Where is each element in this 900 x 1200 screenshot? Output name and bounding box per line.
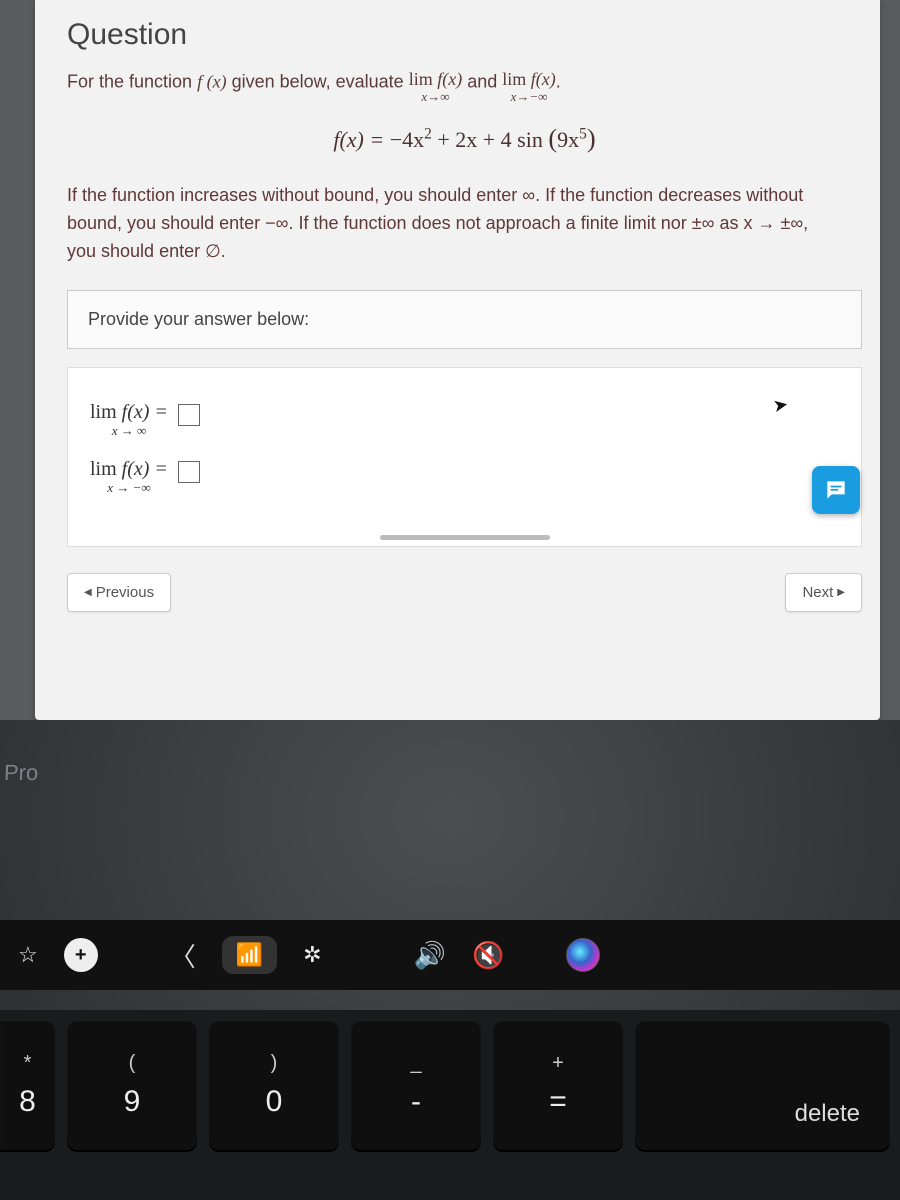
pro-label: Pro xyxy=(4,760,39,786)
touchbar-plus-button[interactable]: + xyxy=(64,938,98,972)
formula-lhs: f(x) = xyxy=(333,127,389,152)
prompt-end: . xyxy=(556,71,561,91)
formula-exp5: 5 xyxy=(579,126,587,143)
previous-label: Previous xyxy=(96,584,154,601)
touchbar-volume-icon[interactable]: 🔊 xyxy=(414,940,446,971)
touchbar-star-icon[interactable]: ☆ xyxy=(18,942,38,968)
touchbar-mute-icon[interactable]: 🔇 xyxy=(472,940,504,971)
previous-button[interactable]: ◀ Previous xyxy=(67,573,171,612)
question-prompt: For the function f (x) given below, eval… xyxy=(67,66,862,99)
prompt-fx: f (x) xyxy=(197,71,226,91)
answer-area: lim f(x) = x → ∞ lim f(x) = x → −∞ xyxy=(67,367,862,547)
prompt-text: For the function xyxy=(67,71,197,91)
key-delete[interactable]: delete xyxy=(635,1020,890,1150)
key-minus-sym: _ xyxy=(410,1052,421,1075)
key-0-sym: ) xyxy=(271,1052,278,1075)
keyboard-row: * 8 ( 9 ) 0 _ - + = delete xyxy=(0,1010,900,1200)
lim2-top: lim xyxy=(502,69,526,89)
key-9[interactable]: ( 9 xyxy=(67,1020,197,1150)
cursor-icon: ➤ xyxy=(771,394,790,417)
answer-input-1[interactable] xyxy=(178,404,200,426)
touchbar-pill: 📶 xyxy=(222,936,277,974)
ans1-lim: lim f(x) = x → ∞ xyxy=(90,402,168,437)
ans1-bot: x → ∞ xyxy=(90,424,168,437)
lim1-bot: x→∞ xyxy=(409,90,463,103)
chevron-left-icon: ◀ xyxy=(84,587,92,598)
touchbar-siri-icon[interactable] xyxy=(566,938,600,972)
chat-button[interactable] xyxy=(812,466,860,514)
prompt-and: and xyxy=(467,71,502,91)
formula: f(x) = −4x2 + 2x + 4 sin (9x5) xyxy=(67,123,862,154)
laptop-body: Pro ☆ + 〈 📶 ✲ 🔊 🔇 * 8 ( 9 ) 0 _ - xyxy=(0,720,900,1200)
ans1-top: lim xyxy=(90,401,117,423)
ans2-bot: x → −∞ xyxy=(90,481,168,494)
key-eq-sym: + xyxy=(552,1052,564,1075)
formula-exp2: 2 xyxy=(424,126,432,143)
chat-icon xyxy=(823,477,849,503)
formula-paren-close: ) xyxy=(587,123,596,153)
key-0[interactable]: ) 0 xyxy=(209,1020,339,1150)
formula-b: + 2x + 4 sin xyxy=(432,127,549,152)
next-button[interactable]: Next ▶ xyxy=(785,573,862,612)
key-minus-main: - xyxy=(411,1085,421,1119)
key-minus[interactable]: _ - xyxy=(351,1020,481,1150)
home-indicator xyxy=(380,535,550,540)
answer-row-2: lim f(x) = x → −∞ xyxy=(90,455,839,490)
lim1-fx: f(x) xyxy=(437,69,462,89)
key-9-main: 9 xyxy=(124,1085,141,1119)
answer-input-2[interactable] xyxy=(178,461,200,483)
touchbar: ☆ + 〈 📶 ✲ 🔊 🔇 xyxy=(0,920,900,990)
question-heading: Question xyxy=(67,0,862,66)
limit-expr-1: lim f(x) x→∞ xyxy=(409,70,463,103)
touchbar-chevron-icon[interactable]: 〈 xyxy=(170,937,196,974)
provide-answer-label: Provide your answer below: xyxy=(67,290,862,349)
chevron-right-icon: ▶ xyxy=(837,587,845,598)
answer-row-1: lim f(x) = x → ∞ xyxy=(90,398,839,433)
formula-paren-open: ( xyxy=(548,123,557,153)
key-eq-main: = xyxy=(549,1085,567,1119)
key-0-main: 0 xyxy=(266,1085,283,1119)
ans2-lim: lim f(x) = x → −∞ xyxy=(90,459,168,494)
key-delete-label: delete xyxy=(795,1100,860,1128)
nav-row: ◀ Previous Next ▶ xyxy=(67,573,862,624)
formula-a: −4x2 + 2x + 4 sin (9x5) xyxy=(390,127,596,152)
formula-a-txt: −4x xyxy=(390,127,424,152)
limit-expr-2: lim f(x) x→−∞ xyxy=(502,70,556,103)
formula-c: 9x xyxy=(557,127,579,152)
instructions: If the function increases without bound,… xyxy=(67,182,862,266)
key-8[interactable]: * 8 xyxy=(0,1020,55,1150)
ans1-fx: f(x) = xyxy=(122,401,168,423)
touchbar-brightness-icon[interactable]: ✲ xyxy=(303,942,321,968)
lim2-bot: x→−∞ xyxy=(502,90,556,103)
lim2-fx: f(x) xyxy=(531,69,556,89)
ans2-top: lim xyxy=(90,458,117,480)
key-equals[interactable]: + = xyxy=(493,1020,623,1150)
touchbar-signal-icon[interactable]: 📶 xyxy=(236,942,263,968)
ans2-fx: f(x) = xyxy=(122,458,168,480)
key-8-main: 8 xyxy=(19,1085,36,1119)
question-screen: Question For the function f (x) given be… xyxy=(35,0,880,720)
next-label: Next xyxy=(802,584,833,601)
key-9-sym: ( xyxy=(129,1052,136,1075)
key-8-sym: * xyxy=(24,1052,32,1075)
lim1-top: lim xyxy=(409,69,433,89)
prompt-mid: given below, evaluate xyxy=(227,71,409,91)
